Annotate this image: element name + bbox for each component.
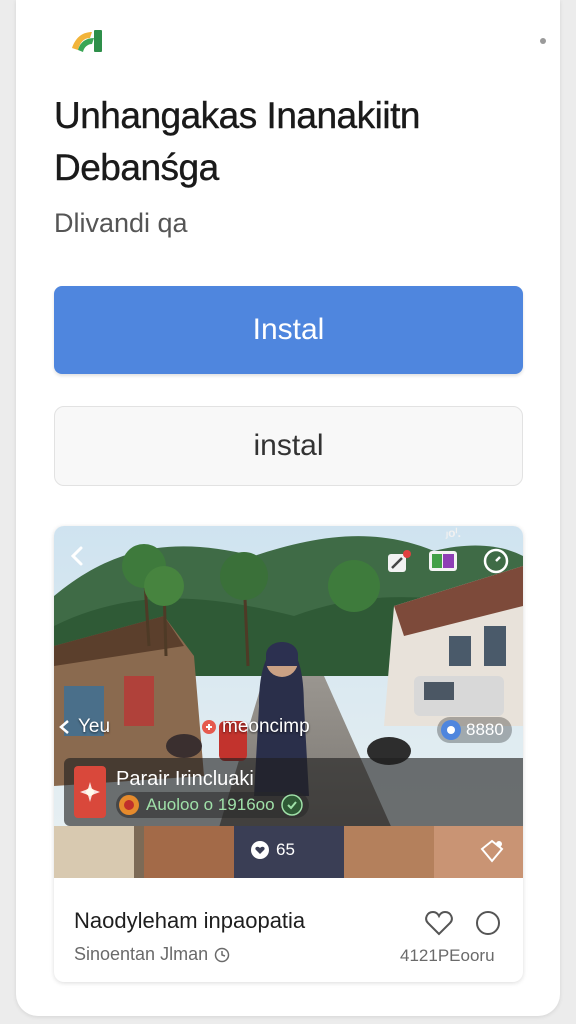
app-info-title: Parair Irincluaki [116, 768, 254, 790]
strip-chip[interactable]: 65 [250, 840, 295, 860]
edit-icon[interactable] [386, 550, 412, 574]
secondary-install-button[interactable]: instal [54, 406, 523, 486]
chevron-left-icon[interactable] [66, 544, 90, 568]
tag-chip-right[interactable]: 8880 [437, 717, 512, 743]
gallery-icon[interactable] [428, 550, 458, 572]
tag-chip-mid-label: meoncimp [222, 716, 310, 737]
gem-icon[interactable] [479, 838, 505, 864]
app-info-meta-row: Auoloo o 1916oo [116, 792, 309, 818]
more-options-icon[interactable] [540, 38, 546, 44]
app-info-banner[interactable]: Parair Irincluaki Auoloo o 1916oo [64, 758, 523, 826]
listing-count: 4121PEooru [400, 946, 495, 965]
tag-chip-left-label: Yeu [78, 716, 111, 737]
install-button[interactable]: Instal [54, 286, 523, 374]
preview-card[interactable]: ⱼoⁱ. Yeu meoncimp 8880 Parair Irincluaki… [54, 526, 523, 982]
strip-chip-label: 65 [276, 840, 295, 859]
tag-chip-mid[interactable]: meoncimp [200, 716, 310, 738]
tag-chip-right-label: 8880 [466, 720, 504, 739]
back-arrow-icon [59, 720, 69, 734]
flower-icon [80, 782, 100, 802]
listing-name: Naodyleham inpaopatia [74, 908, 306, 933]
app-logo-icon [72, 30, 102, 52]
listing-developer: Sinoentan Jlman [74, 944, 209, 964]
timer-icon[interactable] [483, 548, 509, 574]
verified-icon [280, 794, 303, 816]
listing-developer-row: Sinoentan Jlman [74, 944, 230, 965]
page-subtitle: Dlivandi qa [54, 208, 188, 238]
preview-corner-label: ⱼoⁱ. [446, 526, 461, 540]
heart-icon[interactable] [424, 909, 454, 937]
spark-icon [202, 720, 216, 734]
badge-icon [441, 720, 461, 740]
app-thumbnail [74, 766, 106, 818]
tag-chip-left[interactable]: Yeu [56, 716, 110, 738]
app-small-icon [119, 795, 139, 815]
circle-icon[interactable] [474, 909, 502, 937]
page-title: Unhangakas Inanakiitn Debanśga [54, 95, 421, 188]
heart-badge-icon [251, 841, 269, 859]
app-info-meta: Auoloo o 1916oo [146, 795, 275, 814]
clock-icon [214, 947, 230, 962]
